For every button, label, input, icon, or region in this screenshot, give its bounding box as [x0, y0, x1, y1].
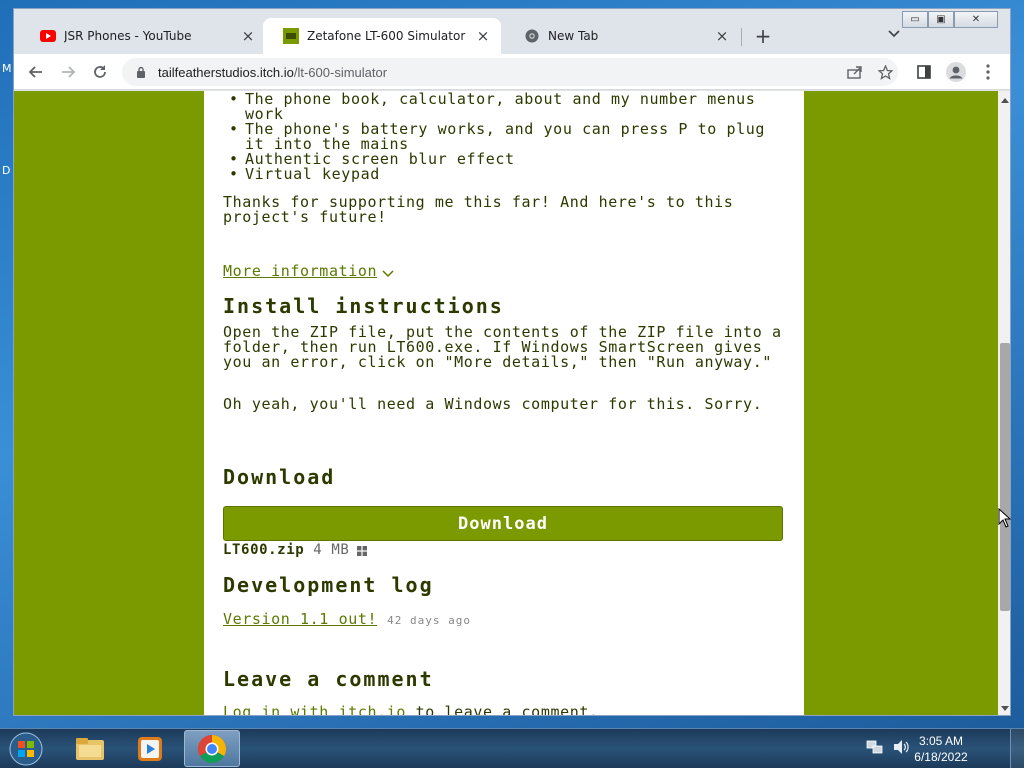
- minimize-button[interactable]: ▭: [902, 11, 928, 28]
- tab-new-tab[interactable]: New Tab ×: [504, 18, 740, 54]
- tab-close-button[interactable]: ×: [240, 28, 256, 44]
- chrome-icon: [198, 734, 226, 763]
- media-player-icon: [138, 736, 162, 761]
- tab-close-button[interactable]: ×: [475, 28, 491, 44]
- install-paragraph-1: Open the ZIP file, put the contents of t…: [223, 323, 782, 371]
- side-panel-button[interactable]: [912, 60, 936, 84]
- profile-avatar-icon: [946, 62, 966, 82]
- maximize-button[interactable]: ▣: [928, 11, 954, 28]
- window-controls: ▭ ▣ ✕: [902, 11, 998, 28]
- triangle-down-icon: [1001, 705, 1009, 711]
- windows-platform-icon: [357, 545, 368, 556]
- taskbar-clock[interactable]: 3:05 AM 6/18/2022: [906, 733, 976, 765]
- list-item: The phone book, calculator, about and my…: [223, 92, 768, 122]
- more-info-toggle[interactable]: More information: [223, 264, 394, 279]
- tab-zetafone[interactable]: Zetafone LT-600 Simulator by Ta ×: [263, 18, 501, 54]
- back-arrow-icon: [28, 66, 42, 78]
- chevron-down-icon: [888, 30, 900, 38]
- file-info: LT600.zip 4 MB: [223, 542, 368, 558]
- scroll-up-arrow[interactable]: [998, 93, 1010, 107]
- taskbar-chrome[interactable]: [184, 730, 240, 767]
- tab-title: JSR Phones - YouTube: [64, 29, 192, 43]
- new-tab-button[interactable]: +: [752, 26, 774, 48]
- triangle-up-icon: [1001, 97, 1009, 103]
- devlog-heading: Development log: [223, 573, 434, 597]
- tab-strip: JSR Phones - YouTube × Zetafone LT-600 S…: [14, 9, 1010, 55]
- reload-button[interactable]: [88, 60, 112, 84]
- clock-date: 6/18/2022: [914, 750, 968, 764]
- start-button[interactable]: [6, 731, 46, 767]
- taskbar-media-player[interactable]: [122, 730, 178, 767]
- download-button[interactable]: Download: [223, 506, 783, 541]
- network-icon[interactable]: [866, 739, 884, 759]
- itch-favicon-icon: [283, 28, 299, 44]
- browser-menu-button[interactable]: [976, 60, 1000, 84]
- address-bar[interactable]: tailfeatherstudios.itch.io/lt-600-simula…: [122, 58, 898, 86]
- tab-youtube[interactable]: JSR Phones - YouTube ×: [20, 18, 266, 54]
- install-paragraph-2: Oh yeah, you'll need a Windows computer …: [223, 395, 763, 413]
- system-tray: [862, 729, 910, 768]
- install-heading: Install instructions: [223, 294, 504, 318]
- desktop-icon-label-fragment: M: [2, 62, 12, 75]
- side-panel-icon: [917, 65, 931, 79]
- profile-button[interactable]: [944, 60, 968, 84]
- comment-heading: Leave a comment: [223, 667, 434, 691]
- forward-button[interactable]: [56, 60, 80, 84]
- list-item: Virtual keypad: [223, 167, 768, 183]
- taskbar-explorer[interactable]: [62, 730, 118, 767]
- thanks-paragraph: Thanks for supporting me this far! And h…: [223, 193, 734, 226]
- file-name: LT600.zip: [223, 542, 305, 558]
- windows-start-orb-icon: [9, 732, 43, 766]
- kebab-menu-icon: [986, 64, 990, 80]
- clock-time: 3:05 AM: [918, 734, 964, 748]
- reload-icon: [94, 65, 106, 78]
- url-host: tailfeatherstudios.itch.io: [158, 64, 294, 80]
- more-info-link[interactable]: More information: [223, 264, 377, 279]
- file-size: 4 MB: [313, 542, 350, 558]
- tab-title: Zetafone LT-600 Simulator by Ta: [307, 29, 469, 43]
- taskbar: 3:05 AM 6/18/2022: [0, 728, 1024, 768]
- feature-list: The phone book, calculator, about and my…: [223, 92, 768, 183]
- vertical-scrollbar[interactable]: [998, 91, 1010, 715]
- comment-login-line: Log in with itch.io to leave a comment.: [223, 705, 599, 716]
- tab-close-button[interactable]: ×: [714, 28, 730, 44]
- devlog-post-link[interactable]: Version 1.1 out!: [223, 612, 377, 627]
- show-desktop-button[interactable]: [1010, 729, 1024, 768]
- lock-icon: [134, 65, 148, 79]
- download-heading: Download: [223, 465, 336, 489]
- bookmark-star-icon[interactable]: [874, 58, 896, 86]
- login-link[interactable]: Log in with itch.io: [223, 703, 406, 716]
- game-page-column: The phone book, calculator, about and my…: [204, 91, 804, 716]
- tab-search-button[interactable]: [884, 27, 904, 47]
- youtube-icon: [40, 28, 56, 44]
- devlog-entry: Version 1.1 out! 42 days ago: [223, 612, 471, 628]
- chrome-icon: [524, 28, 540, 44]
- url-path: /lt-600-simulator: [293, 64, 388, 80]
- folder-icon: [76, 737, 104, 760]
- scroll-down-arrow[interactable]: [998, 701, 1010, 715]
- forward-arrow-icon: [62, 66, 76, 78]
- chevron-down-icon: [382, 269, 394, 277]
- share-icon[interactable]: [844, 58, 866, 86]
- desktop-icon-label-fragment: D: [2, 164, 11, 177]
- mouse-cursor-icon: [998, 507, 1012, 532]
- list-item: The phone's battery works, and you can p…: [223, 122, 768, 152]
- close-window-button[interactable]: ✕: [954, 11, 998, 28]
- browser-window: JSR Phones - YouTube × Zetafone LT-600 S…: [13, 8, 1011, 716]
- url-text: tailfeatherstudios.itch.io/lt-600-simula…: [158, 65, 387, 80]
- scrollbar-thumb[interactable]: [1000, 343, 1010, 611]
- devlog-age: 42 days ago: [387, 614, 471, 627]
- tab-title: New Tab: [548, 29, 599, 43]
- back-button[interactable]: [24, 60, 48, 84]
- page-viewport: The phone book, calculator, about and my…: [14, 91, 998, 716]
- browser-toolbar: tailfeatherstudios.itch.io/lt-600-simula…: [14, 54, 1010, 90]
- tab-separator: [741, 28, 742, 46]
- login-text: to leave a comment.: [405, 703, 599, 716]
